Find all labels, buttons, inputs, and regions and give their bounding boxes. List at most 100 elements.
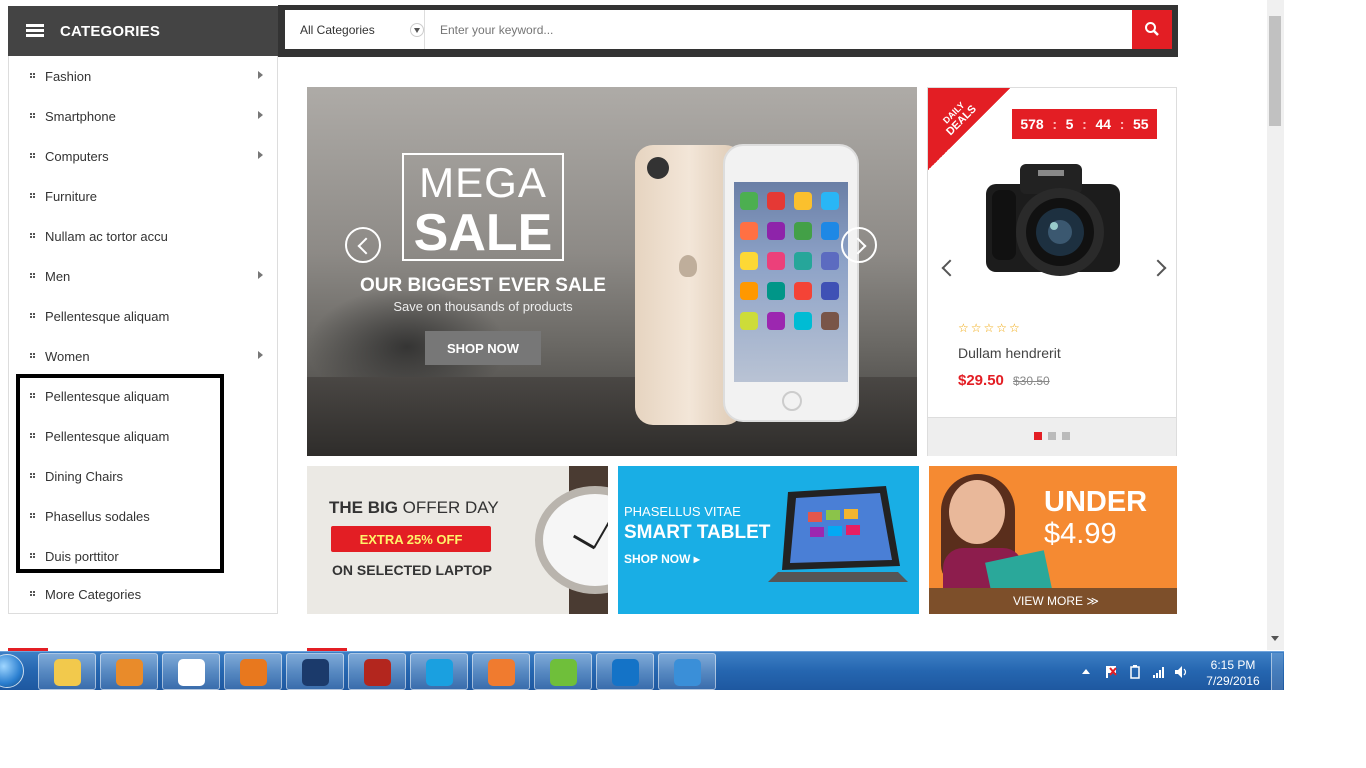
offer-badge: EXTRA 25% OFF (331, 526, 491, 552)
hero-subheading: Save on thousands of products (393, 299, 573, 314)
countdown-hours: 5 (1065, 116, 1074, 132)
deal-prev-arrow-icon[interactable] (941, 259, 959, 277)
view-more-link[interactable]: VIEW MORE ≫ (1013, 594, 1099, 608)
deal-dot-active[interactable] (1034, 432, 1042, 440)
phone-app-icon (767, 312, 785, 330)
camera-product-image[interactable] (978, 146, 1128, 294)
media-player-icon (116, 659, 143, 686)
firefox-icon (240, 659, 267, 686)
clock-date[interactable]: 7/29/2016 (1198, 674, 1268, 688)
taskbar-chrome-button[interactable] (162, 653, 220, 690)
hero-shop-now-button[interactable]: SHOP NOW (425, 331, 541, 365)
category-label: Women (45, 348, 90, 364)
countdown-minutes: 44 (1095, 116, 1112, 132)
categories-title: CATEGORIES (60, 22, 161, 40)
category-item[interactable]: Computers (9, 136, 277, 176)
grip-dots-icon (29, 72, 37, 80)
offer-day-banner[interactable]: THE BIG OFFER DAY EXTRA 25% OFF ON SELEC… (307, 466, 608, 614)
taskbar-dreamweaver-button[interactable] (534, 653, 592, 690)
clock-time[interactable]: 6:15 PM (1198, 658, 1268, 672)
sourcetree-icon (302, 659, 329, 686)
category-item[interactable]: Smartphone (9, 96, 277, 136)
taskbar-filezilla-button[interactable] (348, 653, 406, 690)
category-item[interactable]: More Categories (9, 574, 277, 614)
search-button[interactable] (1132, 10, 1172, 49)
action-center-flag-icon[interactable] (1104, 665, 1118, 679)
phone-app-icon (821, 252, 839, 270)
taskbar-teamviewer-button[interactable] (596, 653, 654, 690)
dreamweaver-icon (550, 659, 577, 686)
phone-app-icon (767, 222, 785, 240)
taskbar-file-explorer-button[interactable] (38, 653, 96, 690)
show-desktop-button[interactable] (1271, 653, 1283, 690)
deal-dot[interactable] (1062, 432, 1070, 440)
page-scrollbar[interactable] (1267, 0, 1284, 650)
category-select-value: All Categories (300, 22, 375, 37)
woman-face (949, 480, 1005, 544)
phone-app-icon (740, 252, 758, 270)
scroll-down-arrow-icon[interactable] (1271, 636, 1279, 641)
phone-app-icon (794, 252, 812, 270)
phone-app-icon (767, 252, 785, 270)
deal-dot[interactable] (1048, 432, 1056, 440)
phone-app-icon (821, 312, 839, 330)
taskbar-xampp-button[interactable] (472, 653, 530, 690)
search-input[interactable] (440, 10, 1130, 49)
power-icon[interactable] (1128, 665, 1142, 679)
category-item[interactable]: Men (9, 256, 277, 296)
network-signal-icon[interactable] (1152, 665, 1166, 679)
category-item[interactable]: Nullam ac tortor accu (9, 216, 277, 256)
taskbar-sourcetree-button[interactable] (286, 653, 344, 690)
grip-dots-icon (29, 232, 37, 240)
under-price-banner[interactable]: UNDER $4.99 VIEW MORE ≫ (929, 466, 1177, 614)
offer-title-bold: THE BIG (329, 498, 398, 517)
category-label: Nullam ac tortor accu (45, 228, 168, 244)
scrollbar-thumb[interactable] (1269, 16, 1281, 126)
grip-dots-icon (29, 590, 37, 598)
volume-icon[interactable] (1174, 665, 1188, 679)
taskbar-skype-button[interactable] (410, 653, 468, 690)
category-select[interactable]: All Categories (285, 10, 425, 49)
chevron-right-icon (258, 111, 263, 119)
hero-sale-text: SALE (413, 204, 553, 262)
start-button[interactable] (0, 654, 24, 688)
category-item[interactable]: Women (9, 336, 277, 376)
phone-app-icon (740, 282, 758, 300)
deal-pagination (928, 417, 1176, 456)
under-banner-title: UNDER (1044, 486, 1148, 518)
chevron-right-icon (258, 351, 263, 359)
deal-next-arrow-icon[interactable] (1149, 259, 1167, 277)
category-label: Pellentesque aliquam (45, 308, 170, 324)
phone-home-button (782, 391, 802, 411)
taskbar-downloader-button[interactable] (658, 653, 716, 690)
file-explorer-icon (54, 659, 81, 686)
taskbar-firefox-button[interactable] (224, 653, 282, 690)
under-banner-price: $4.99 (1044, 518, 1117, 550)
tablet-shop-now-link[interactable]: SHOP NOW ▸ (624, 552, 700, 566)
category-item[interactable]: Fashion (9, 56, 277, 96)
filezilla-icon (364, 659, 391, 686)
phone-app-icon (794, 282, 812, 300)
offer-title-rest: OFFER DAY (397, 498, 499, 517)
hero-prev-arrow-icon[interactable] (345, 227, 381, 263)
grip-dots-icon (29, 152, 37, 160)
system-tray: 6:15 PM 7/29/2016 (1078, 656, 1278, 688)
phone-screen (734, 182, 848, 382)
phone-app-icon (821, 192, 839, 210)
show-hidden-icons-icon[interactable] (1082, 669, 1090, 674)
smart-tablet-banner[interactable]: PHASELLUS VITAE SMART TABLET SHOP NOW ▸ (618, 466, 919, 614)
categories-header[interactable]: CATEGORIES (8, 6, 278, 56)
grip-dots-icon (29, 112, 37, 120)
browser-page: CATEGORIES Fashion Smartphone Computers Fur… (0, 0, 1366, 768)
offer-subtitle: ON SELECTED LAPTOP (332, 562, 492, 578)
category-item[interactable]: Pellentesque aliquam (9, 296, 277, 336)
hero-next-arrow-icon[interactable] (841, 227, 877, 263)
deal-product-name[interactable]: Dullam hendrerit (958, 345, 1061, 361)
phone-app-icon (794, 312, 812, 330)
taskbar-media-player-button[interactable] (100, 653, 158, 690)
windows-taskbar: 6:15 PM 7/29/2016 (0, 651, 1284, 690)
hero-slider[interactable]: MEGA SALE OUR BIGGEST EVER SALE Save on … (307, 87, 917, 456)
category-item[interactable]: Furniture (9, 176, 277, 216)
category-label: Furniture (45, 188, 98, 204)
menu-icon (26, 24, 44, 38)
